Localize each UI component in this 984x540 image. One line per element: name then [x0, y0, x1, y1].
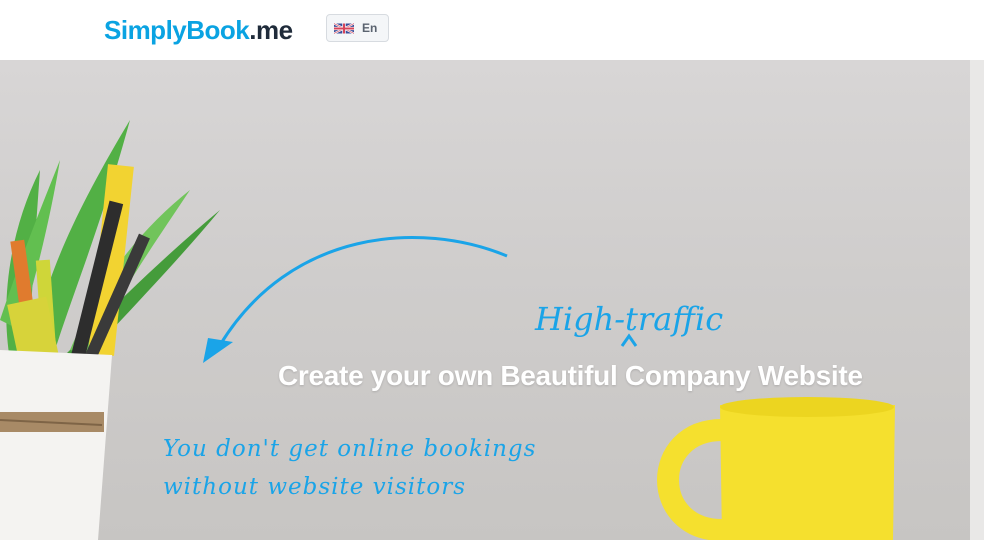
simplybook-logo[interactable]: SimplyBook.me — [104, 12, 293, 48]
logo-main-text: SimplyBook — [104, 15, 250, 45]
hero-headline: Create your own Beautiful Company Websit… — [278, 360, 863, 391]
annotation-high-traffic: High-traffic — [535, 300, 724, 338]
plant-pot — [0, 350, 112, 540]
logo-tld-text: .me — [249, 15, 293, 45]
language-code: En — [362, 21, 378, 35]
annotation-line-2: without website visitors — [163, 474, 467, 500]
language-selector[interactable]: En — [326, 14, 389, 42]
annotation-line-1: You don't get online bookings — [163, 436, 537, 462]
coffee-cup — [657, 397, 895, 540]
hero-illustration — [0, 120, 895, 540]
hero-banner: High-traffic Create your own Beautiful C… — [0, 60, 984, 540]
top-bar: SimplyBook.me En — [0, 0, 984, 60]
uk-flag-icon — [334, 22, 354, 34]
